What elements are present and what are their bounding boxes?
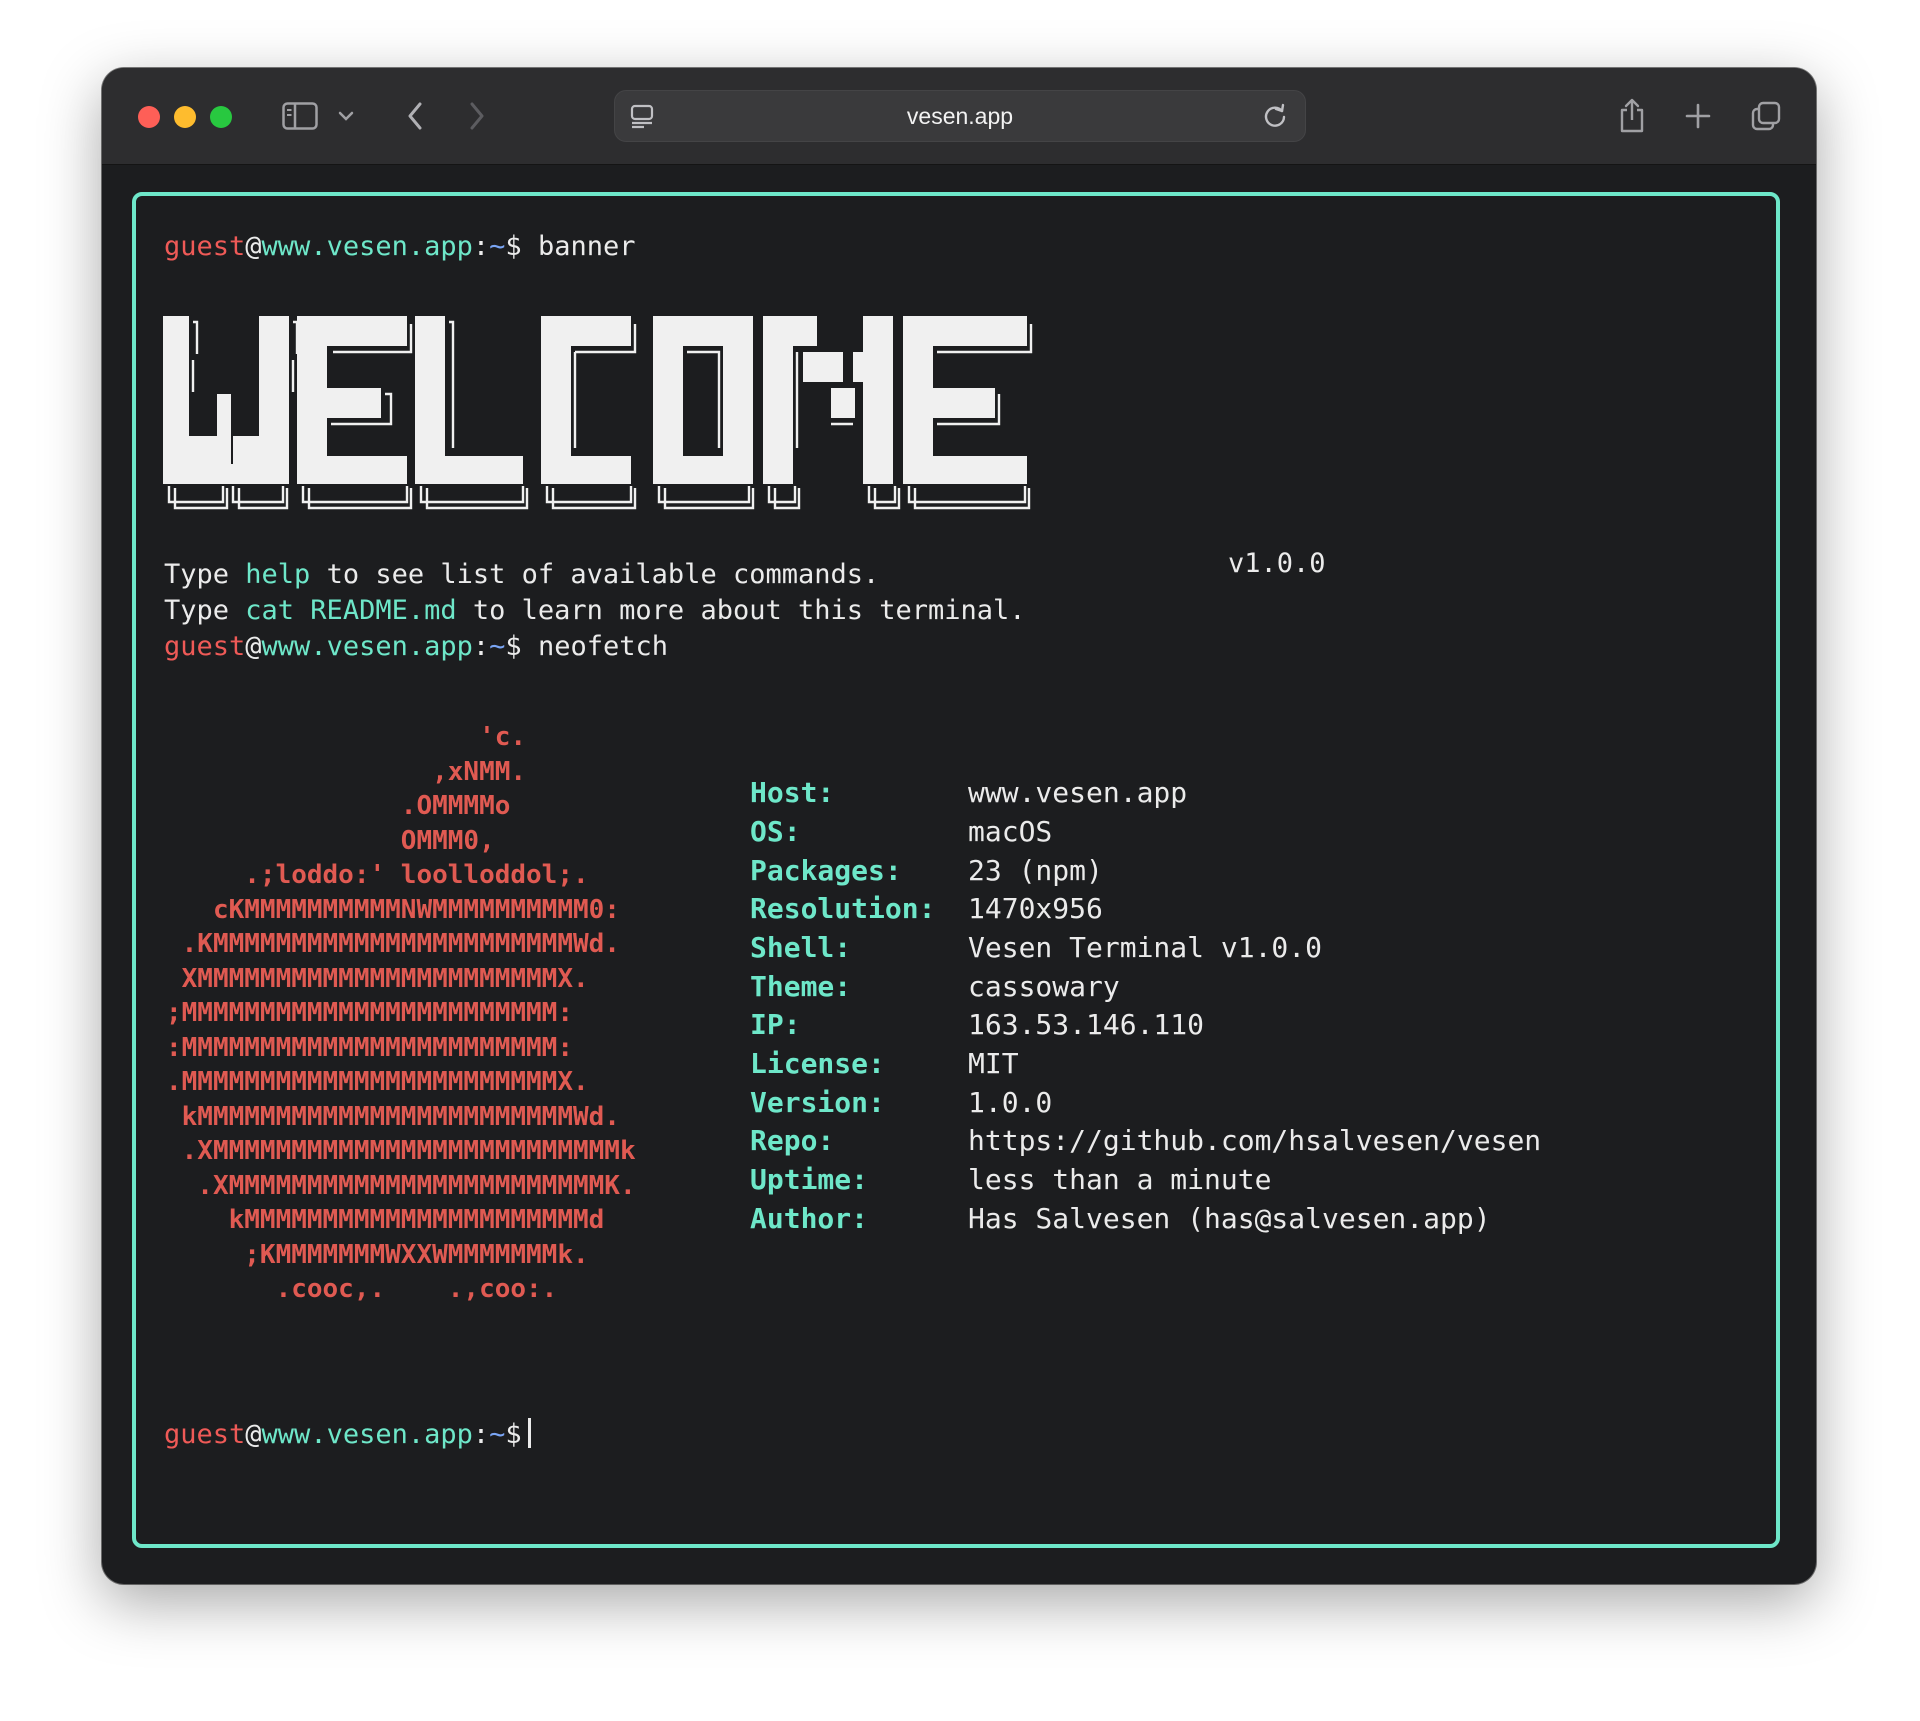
back-button[interactable] [398, 94, 432, 138]
prompt-symbol: $ [505, 1419, 522, 1450]
prompt-line-banner: guest@www.vesen.app:~$ banner [164, 230, 635, 264]
welcome-banner-art [163, 316, 1033, 510]
info-key: IP: [750, 1008, 801, 1041]
reload-icon[interactable] [1257, 94, 1293, 138]
ascii-logo-line: ,xNMM. [166, 756, 527, 787]
minimize-window-button[interactable] [174, 106, 196, 128]
address-bar[interactable]: vesen.app [614, 90, 1306, 142]
ascii-logo-line: ;KMMMMMMMWXXWMMMMMMMk. [166, 1239, 589, 1270]
info-value: 1470x956 [968, 892, 1103, 925]
ascii-logo-line: .;loddo:' loolloddol;. [166, 860, 589, 890]
ascii-logo-line: .KMMMMMMMMMMMMMMMMMMMMMMMWd. [166, 929, 620, 959]
tab-overview-icon[interactable] [1746, 94, 1786, 138]
ascii-logo-line: OMMM0, [166, 825, 495, 856]
prompt-host: www.vesen.app [261, 631, 473, 662]
sidebar-toggle-icon[interactable] [278, 94, 322, 138]
close-window-button[interactable] [138, 106, 160, 128]
help-line-2: Type cat README.md to learn more about t… [164, 594, 1026, 628]
prompt-host: www.vesen.app [261, 1419, 473, 1450]
prompt-symbol: $ [505, 231, 522, 262]
apple-ascii-logo: 'c. ,xNMM. .OMMMMo OMMM0, .;loddo:' lool… [166, 720, 636, 1307]
ascii-logo-line: .OMMMMo [166, 791, 511, 821]
info-value: 23 (npm) [968, 854, 1103, 887]
prompt-path: ~ [489, 1419, 506, 1450]
browser-toolbar: vesen.app [102, 68, 1816, 165]
prompt-symbol: $ [505, 631, 522, 662]
info-key: Host: [750, 776, 835, 809]
prompt-at: @ [245, 231, 262, 262]
new-tab-icon[interactable] [1678, 94, 1718, 138]
ascii-logo-line: 'c. [166, 722, 527, 752]
info-key: Repo: [750, 1124, 835, 1157]
prompt-path: ~ [489, 231, 506, 262]
ascii-logo-line: .cooc,. .,coo:. [166, 1274, 558, 1304]
help-line-1-prefix: Type [164, 559, 246, 590]
help-keyword: help [245, 559, 311, 590]
info-key: Author: [750, 1202, 869, 1235]
info-key: Uptime: [750, 1163, 869, 1196]
info-key: Shell: [750, 931, 852, 964]
prompt-colon: : [472, 631, 490, 662]
prompt-at: @ [245, 1419, 262, 1450]
prompt-user: guest [164, 631, 246, 662]
prompt-user: guest [164, 1419, 246, 1450]
prompt-user: guest [164, 231, 246, 262]
help-line-1-suffix: to see list of available commands. [310, 559, 880, 590]
help-line-2-prefix: Type [164, 595, 246, 626]
ascii-logo-line: .XMMMMMMMMMMMMMMMMMMMMMMMMK. [166, 1170, 636, 1201]
banner-version: v1.0.0 [1228, 548, 1326, 579]
info-key: Theme: [750, 970, 852, 1003]
ascii-logo-line: kMMMMMMMMMMMMMMMMMMMMMMd [166, 1205, 605, 1235]
prompt-host: www.vesen.app [261, 231, 473, 262]
ascii-logo-line: .XMMMMMMMMMMMMMMMMMMMMMMMMMMk [166, 1136, 636, 1166]
command-text: neofetch [537, 631, 668, 662]
info-value[interactable]: https://github.com/hsalvesen/vesen [968, 1124, 1541, 1157]
info-key: Version: [750, 1086, 885, 1119]
ascii-logo-line: kMMMMMMMMMMMMMMMMMMMMMMMMWd. [166, 1101, 620, 1132]
prompt-path: ~ [489, 631, 506, 662]
info-value: 163.53.146.110 [968, 1008, 1205, 1041]
info-value: macOS [968, 815, 1053, 848]
help-line-1: Type help to see list of available comma… [164, 558, 879, 592]
ascii-logo-line: :MMMMMMMMMMMMMMMMMMMMMMMM: [166, 1032, 573, 1063]
ascii-logo-line: cKMMMMMMMMMMNWMMMMMMMMMM0: [166, 894, 620, 925]
ascii-logo-line: XMMMMMMMMMMMMMMMMMMMMMMMX. [166, 963, 589, 994]
info-key: Resolution: [750, 892, 936, 925]
help-line-2-suffix: to learn more about this terminal. [456, 595, 1026, 626]
command-text: banner [537, 231, 636, 262]
info-value: 1.0.0 [968, 1086, 1053, 1119]
ascii-logo-line: ;MMMMMMMMMMMMMMMMMMMMMMMM: [166, 998, 573, 1028]
prompt-colon: : [472, 231, 490, 262]
prompt-at: @ [245, 631, 262, 662]
url-text[interactable]: vesen.app [615, 91, 1305, 141]
info-key: Packages: [750, 854, 902, 887]
share-icon[interactable] [1612, 94, 1652, 138]
zoom-window-button[interactable] [210, 106, 232, 128]
prompt-line-active[interactable]: guest@www.vesen.app:~$ [164, 1418, 531, 1452]
terminal-panel[interactable]: guest@www.vesen.app:~$ banner v1.0.0 Typ… [132, 192, 1780, 1548]
info-value: Has Salvesen (has@salvesen.app) [968, 1202, 1491, 1235]
info-value: less than a minute [968, 1163, 1272, 1196]
info-value: www.vesen.app [968, 776, 1188, 809]
browser-window: vesen.app guest@www.vesen.app:~$ banner [102, 68, 1816, 1584]
ascii-logo-line: .MMMMMMMMMMMMMMMMMMMMMMMMX. [166, 1067, 589, 1097]
info-key: License: [750, 1047, 885, 1080]
prompt-line-neofetch: guest@www.vesen.app:~$ neofetch [164, 630, 668, 664]
info-value: MIT [968, 1047, 1019, 1080]
forward-button[interactable] [460, 94, 494, 138]
readme-keyword: cat README.md [245, 595, 457, 626]
info-key: OS: [750, 815, 801, 848]
prompt-colon: : [472, 1419, 490, 1450]
text-cursor[interactable] [527, 1418, 531, 1448]
info-value: Vesen Terminal v1.0.0 [968, 931, 1323, 964]
info-value: cassowary [968, 970, 1120, 1003]
chevron-down-icon[interactable] [334, 94, 358, 138]
